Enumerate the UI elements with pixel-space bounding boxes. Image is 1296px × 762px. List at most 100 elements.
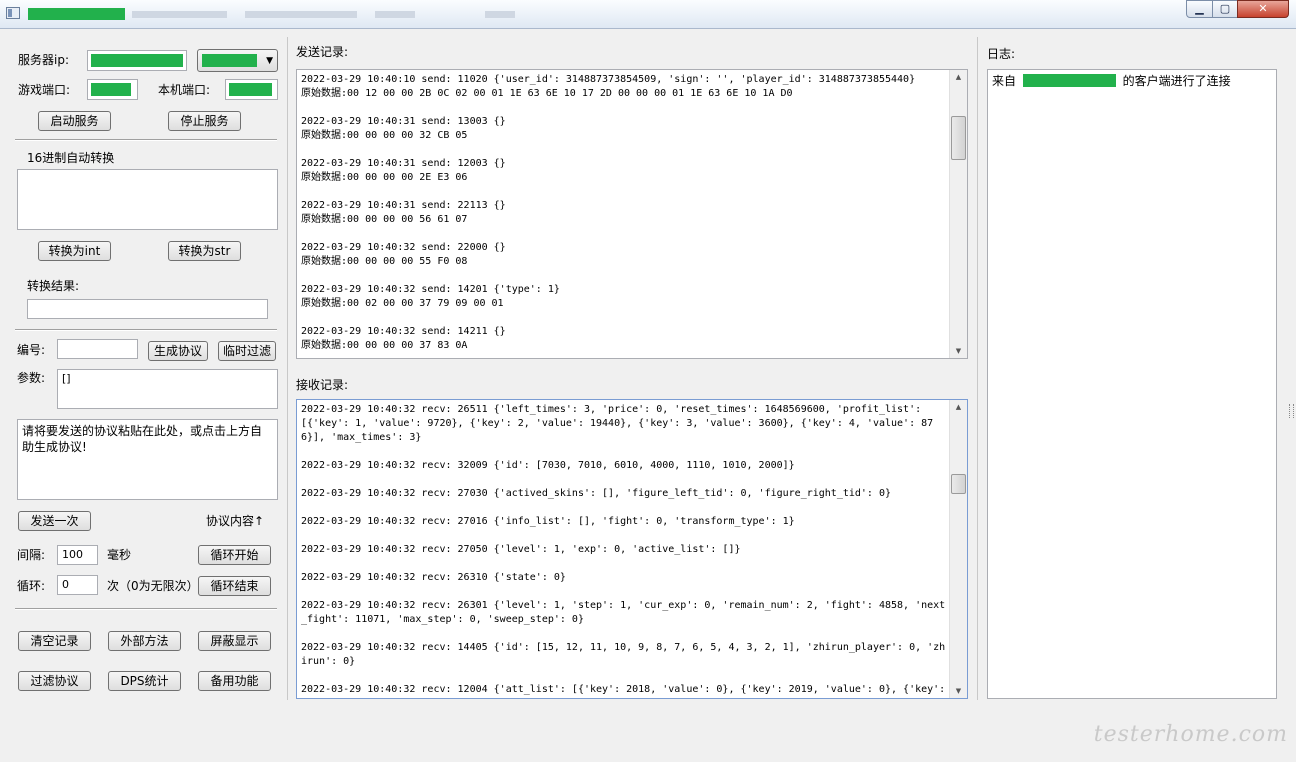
stop-service-button[interactable]: 停止服务	[168, 111, 241, 131]
loop-label: 循环:	[17, 579, 46, 593]
app-icon	[6, 7, 20, 19]
scroll-thumb[interactable]	[951, 116, 966, 160]
background-window-ghost	[375, 11, 415, 18]
journal-panel[interactable]: 来自 的客户端进行了连接	[987, 69, 1277, 699]
divider	[15, 608, 277, 610]
divider	[287, 37, 288, 700]
scroll-down-icon[interactable]: ▼	[950, 344, 967, 358]
chevron-down-icon: ▼	[266, 56, 273, 66]
scroll-down-icon[interactable]: ▼	[950, 684, 967, 698]
log-entry: 2022-03-29 10:40:32 recv: 26511 {'left_t…	[301, 404, 934, 443]
log-entry: 2022-03-29 10:40:32 send: 14201 {'type':…	[301, 284, 560, 309]
divider	[15, 139, 277, 141]
journal-title: 日志:	[987, 47, 1016, 61]
loop-start-button[interactable]: 循环开始	[198, 545, 271, 565]
log-entry: 2022-03-29 10:40:32 recv: 27016 {'info_l…	[301, 516, 795, 527]
local-port-input[interactable]	[225, 79, 278, 100]
recv-log-title: 接收记录:	[296, 378, 349, 392]
background-window-ghost	[245, 11, 357, 18]
log-entry: 2022-03-29 10:40:32 recv: 32009 {'id': […	[301, 460, 795, 471]
protocol-id-label: 编号:	[17, 343, 46, 357]
log-entry: 2022-03-29 10:40:32 recv: 26310 {'state'…	[301, 572, 566, 583]
minimize-icon: ▁	[1195, 2, 1204, 15]
journal-entry: 来自 的客户端进行了连接	[992, 73, 1231, 89]
close-button[interactable]: ✕	[1237, 0, 1289, 18]
external-method-button[interactable]: 外部方法	[108, 631, 181, 651]
server-select[interactable]: ▼	[197, 49, 278, 72]
redacted-value	[202, 54, 257, 67]
log-entry: 2022-03-29 10:40:32 recv: 12004 {'att_li…	[301, 684, 946, 695]
generate-protocol-button[interactable]: 生成协议	[148, 341, 208, 361]
scroll-up-icon[interactable]: ▲	[950, 70, 967, 84]
maximize-button[interactable]: ▢	[1212, 0, 1238, 18]
log-entry: 2022-03-29 10:40:32 recv: 27030 {'active…	[301, 488, 892, 499]
redacted-value	[229, 83, 272, 96]
convert-result-field[interactable]	[27, 299, 268, 319]
log-entry: 2022-03-29 10:40:32 send: 22000 {} 原始数据:…	[301, 242, 506, 267]
interval-label: 间隔:	[17, 548, 46, 562]
journal-suffix: 的客户端进行了连接	[1122, 74, 1231, 88]
title-bar: ▁ ▢ ✕	[0, 0, 1296, 29]
send-log-scrollbar[interactable]: ▲ ▼	[949, 70, 967, 358]
minimize-button[interactable]: ▁	[1186, 0, 1213, 18]
hex-converter-title: 16进制自动转换	[27, 151, 115, 165]
params-label: 参数:	[17, 371, 46, 385]
clear-log-button[interactable]: 清空记录	[18, 631, 91, 651]
background-window-ghost	[485, 11, 515, 18]
background-window-ghost	[132, 11, 227, 18]
resize-grip-icon[interactable]	[1289, 404, 1294, 418]
log-entry: 2022-03-29 10:40:31 send: 13003 {} 原始数据:…	[301, 116, 506, 141]
game-port-input[interactable]	[87, 79, 138, 100]
loop-end-button[interactable]: 循环结束	[198, 576, 271, 596]
game-port-label: 游戏端口:	[18, 83, 71, 97]
log-entry: 2022-03-29 10:40:32 recv: 14405 {'id': […	[301, 642, 946, 667]
redacted-value	[91, 83, 131, 96]
watermark: testerhome.com	[1093, 722, 1288, 747]
loop-count-input[interactable]: 0	[57, 575, 98, 595]
interval-input[interactable]: 100	[57, 545, 98, 565]
log-entry: 2022-03-29 10:40:32 send: 14211 {} 原始数据:…	[301, 326, 506, 351]
mask-display-button[interactable]: 屏蔽显示	[198, 631, 271, 651]
convert-str-button[interactable]: 转换为str	[168, 241, 241, 261]
dps-stats-button[interactable]: DPS统计	[108, 671, 181, 691]
close-icon: ✕	[1258, 2, 1268, 15]
redacted-window-title	[28, 8, 125, 20]
interval-unit: 毫秒	[107, 548, 132, 562]
start-service-button[interactable]: 启动服务	[38, 111, 111, 131]
redacted-client-address	[1022, 74, 1116, 87]
scroll-thumb[interactable]	[951, 474, 966, 494]
divider	[15, 329, 277, 331]
hex-input[interactable]	[17, 169, 278, 230]
local-port-label: 本机端口:	[158, 83, 211, 97]
server-ip-label: 服务器ip:	[18, 53, 69, 67]
backup-function-button[interactable]: 备用功能	[198, 671, 271, 691]
maximize-icon: ▢	[1219, 2, 1231, 15]
window-controls: ▁ ▢ ✕	[1186, 0, 1290, 19]
server-ip-input[interactable]	[87, 50, 187, 71]
filter-protocol-button[interactable]: 过滤协议	[18, 671, 91, 691]
scroll-up-icon[interactable]: ▲	[950, 400, 967, 414]
params-input[interactable]: []	[57, 369, 278, 409]
protocol-content-hint: 协议内容↑	[206, 514, 265, 528]
journal-prefix: 来自	[992, 74, 1017, 88]
recv-log-entries: 2022-03-29 10:40:32 recv: 26511 {'left_t…	[301, 403, 947, 698]
divider	[977, 37, 978, 700]
send-once-button[interactable]: 发送一次	[18, 511, 91, 531]
recv-log-panel[interactable]: 2022-03-29 10:40:32 recv: 26511 {'left_t…	[296, 399, 968, 699]
temp-filter-button[interactable]: 临时过滤	[218, 341, 276, 361]
protocol-id-input[interactable]	[57, 339, 138, 359]
convert-result-label: 转换结果:	[27, 279, 80, 293]
redacted-value	[91, 54, 183, 67]
convert-int-button[interactable]: 转换为int	[38, 241, 111, 261]
protocol-content-input[interactable]: 请将要发送的协议粘贴在此处，或点击上方自助生成协议!	[17, 419, 278, 500]
log-entry: 2022-03-29 10:40:32 recv: 27050 {'level'…	[301, 544, 741, 555]
send-log-panel[interactable]: 2022-03-29 10:40:10 send: 11020 {'user_i…	[296, 69, 968, 359]
log-entry: 2022-03-29 10:40:31 send: 12003 {} 原始数据:…	[301, 158, 506, 183]
send-log-entries: 2022-03-29 10:40:10 send: 11020 {'user_i…	[301, 73, 947, 358]
log-entry: 2022-03-29 10:40:32 recv: 26301 {'level'…	[301, 600, 946, 625]
recv-log-scrollbar[interactable]: ▲ ▼	[949, 400, 967, 698]
loop-unit: 次（0为无限次）	[107, 579, 199, 593]
log-entry: 2022-03-29 10:40:10 send: 11020 {'user_i…	[301, 74, 916, 99]
send-log-title: 发送记录:	[296, 45, 349, 59]
log-entry: 2022-03-29 10:40:31 send: 22113 {} 原始数据:…	[301, 200, 506, 225]
